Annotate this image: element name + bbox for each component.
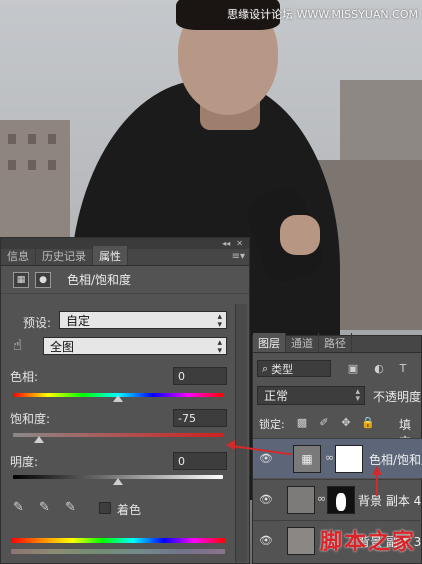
filter-value: 类型 [271,362,294,376]
close-icon[interactable]: ✕ [236,239,243,248]
watermark-bottom: 脚本之家 [319,530,416,555]
preset-label: 预设: [23,316,52,330]
saturation-slider-thumb[interactable] [34,436,44,443]
hue-saturation-icon: ▦ [293,445,321,473]
layer-mask-thumbnail[interactable] [327,486,355,514]
saturation-input[interactable]: -75 [173,409,227,427]
layer-mask-thumbnail[interactable] [335,445,363,473]
image-filter-icon[interactable]: ▣ [345,360,361,376]
eye-icon[interactable]: 👁 [259,493,273,506]
chevron-updown-icon: ▴ ▾ [217,312,222,330]
tab-paths[interactable]: 路径 [319,333,352,352]
hue-slider-thumb[interactable] [113,395,123,402]
tab-layers[interactable]: 图层 [253,333,286,352]
colorize-checkbox[interactable] [99,502,111,514]
properties-panel: ◂◂ ✕ 信息 历史记录 属性 ≡▾ ▦ ● 色相/饱和度 预设: 自定 ▴ ▾ … [0,237,250,564]
lightness-slider-thumb[interactable] [113,478,123,485]
chevron-updown-icon: ▴ ▾ [217,338,222,356]
lightness-label: 明度: [10,455,39,469]
annotation-arrowhead [372,466,382,475]
lock-transparent-icon[interactable]: ▩ [295,415,309,429]
eyedropper-minus-icon[interactable]: ✎ [65,500,76,515]
layer-thumbnail[interactable] [287,527,315,555]
eye-icon[interactable]: 👁 [259,452,273,465]
annotation-arrowhead [226,440,235,450]
layer-row[interactable]: 👁 ▦ ∞ 色相/饱和度 [253,438,422,478]
eyedropper-plus-icon[interactable]: ✎ [39,500,50,515]
output-color-bar [11,549,225,554]
lock-move-icon[interactable]: ✥ [339,415,353,429]
eyedropper-icon[interactable]: ✎ [13,500,24,515]
adjustment-filter-icon[interactable]: ◐ [371,360,387,376]
layer-thumbnail[interactable] [287,486,315,514]
building-left [0,120,70,250]
layer-name: 背景 副本 4 [358,494,422,508]
opacity-label: 不透明度 [373,390,422,404]
hue-label: 色相: [10,370,39,384]
input-color-bar [11,538,225,543]
panel-menu-icon[interactable]: ≡▾ [232,251,245,262]
properties-tabs: 信息 历史记录 属性 ≡▾ [1,246,249,266]
eye-icon[interactable]: 👁 [259,534,273,547]
tab-info[interactable]: 信息 [1,246,36,265]
channel-select[interactable]: 全图 ▴ ▾ [43,337,227,356]
lightness-input[interactable]: 0 [173,452,227,470]
blend-mode-value: 正常 [264,389,289,403]
colorize-label: 着色 [117,503,142,517]
layer-filter-select[interactable]: ⌕ 类型 [257,360,331,377]
person-hand [280,215,320,255]
tab-history[interactable]: 历史记录 [36,246,93,265]
lock-label: 锁定: [259,418,285,431]
preset-select[interactable]: 自定 ▴ ▾ [59,311,227,330]
properties-header: ▦ ● 色相/饱和度 [1,266,249,294]
link-icon[interactable]: ∞ [317,492,326,505]
collapse-icon[interactable]: ◂◂ [222,239,230,248]
tab-properties[interactable]: 属性 [93,246,128,265]
saturation-label: 饱和度: [10,412,51,426]
preset-value: 自定 [66,313,91,328]
saturation-slider-track[interactable] [13,433,223,437]
search-icon: ⌕ [262,361,269,375]
layers-tabs: 图层 通道 路径 [253,333,421,353]
tab-channels[interactable]: 通道 [286,333,319,352]
layer-row[interactable]: 👁 ∞ 背景 副本 4 [253,479,422,519]
type-filter-icon[interactable]: T [395,360,411,376]
link-icon[interactable]: ∞ [325,451,334,464]
adjustment-title: 色相/饱和度 [67,273,132,287]
panel-scrollbar[interactable] [235,304,247,562]
channel-value: 全图 [50,339,75,354]
lock-paint-icon[interactable]: ✐ [317,415,331,429]
lock-icon[interactable]: 🔒 [361,415,375,429]
chevron-updown-icon: ▴ ▾ [355,387,360,404]
hand-tool-icon[interactable]: ☝ [13,336,22,354]
hue-saturation-icon[interactable]: ▦ [13,271,29,288]
watermark-top: 思缘设计论坛 WWW.MISSYUAN.COM [227,8,418,21]
mask-icon[interactable]: ● [35,271,51,288]
hue-input[interactable]: 0 [173,367,227,385]
blend-mode-select[interactable]: 正常 ▴ ▾ [257,386,365,405]
